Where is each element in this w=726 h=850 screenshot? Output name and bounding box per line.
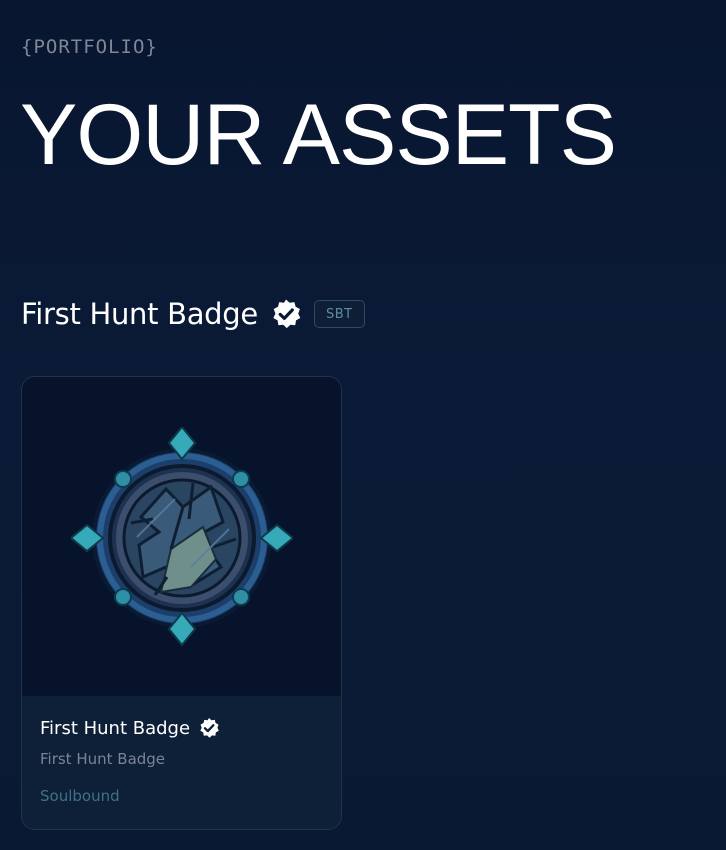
- first-hunt-badge-image: [71, 427, 293, 647]
- sbt-tag: SBT: [313, 300, 365, 328]
- card-title-row: First Hunt Badge: [40, 715, 323, 741]
- section-title: First Hunt Badge: [21, 297, 258, 331]
- card-image: [22, 377, 341, 696]
- card-type: Soulbound: [40, 787, 120, 805]
- card-subtitle: First Hunt Badge: [40, 750, 166, 768]
- page-title: YOUR ASSETS: [20, 87, 617, 183]
- card-body: First Hunt Badge First Hunt Badge Soulbo…: [22, 696, 341, 805]
- asset-card[interactable]: First Hunt Badge First Hunt Badge Soulbo…: [21, 376, 342, 830]
- section-header: First Hunt Badge SBT: [21, 296, 365, 332]
- card-title: First Hunt Badge: [40, 717, 191, 739]
- verified-badge-icon: [273, 299, 301, 329]
- verified-badge-icon: [200, 718, 219, 738]
- portfolio-eyebrow: {PORTFOLIO}: [21, 36, 158, 58]
